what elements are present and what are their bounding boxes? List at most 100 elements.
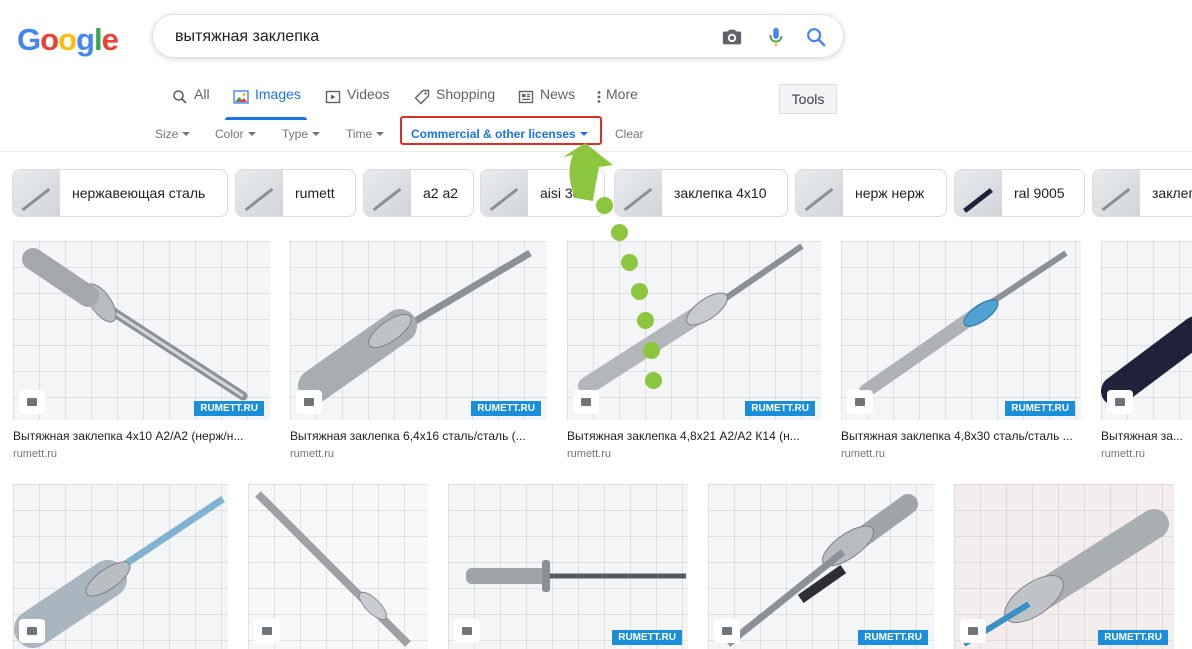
- tab-all-label: All: [194, 86, 210, 102]
- google-logo[interactable]: Google: [17, 22, 119, 58]
- related-chip[interactable]: нерж нерж: [795, 169, 947, 217]
- filter-time-label: Time: [346, 127, 373, 141]
- rivet-image: [14, 496, 225, 648]
- search-icon[interactable]: [805, 26, 827, 48]
- rivet-image: [725, 494, 918, 647]
- filter-color[interactable]: Color: [215, 127, 256, 141]
- chip-thumbnail: [796, 170, 843, 216]
- watermark: RUMETT.RU: [194, 401, 264, 416]
- rivet-image: [466, 560, 686, 592]
- result-site[interactable]: rumett.ru: [13, 448, 270, 460]
- clear-filters-link[interactable]: Clear: [615, 127, 644, 141]
- rivet-image: [962, 509, 1169, 647]
- tab-news-label: News: [540, 86, 576, 102]
- image-badge-icon: [960, 619, 986, 643]
- result-image[interactable]: RUMETT.RU: [841, 241, 1081, 420]
- image-badge-icon: [19, 390, 45, 414]
- result-site[interactable]: rumett.ru: [290, 448, 547, 460]
- chip-label: заклепка: [1152, 185, 1192, 201]
- tab-news[interactable]: News: [518, 86, 575, 120]
- image-result[interactable]: [248, 484, 428, 649]
- result-image[interactable]: RUMETT.RU: [448, 484, 688, 649]
- video-icon: [325, 90, 341, 104]
- watermark: RUMETT.RU: [1005, 401, 1075, 416]
- filter-type-label: Type: [282, 127, 309, 141]
- result-title[interactable]: Вытяжная заклепка 6,4х16 сталь/сталь (..…: [290, 429, 547, 443]
- filter-size-label: Size: [155, 127, 179, 141]
- tab-videos-label: Videos: [347, 86, 390, 102]
- chip-label: ral 9005: [1014, 185, 1065, 201]
- annotation-dot: [611, 224, 628, 241]
- result-image[interactable]: [248, 484, 428, 649]
- result-image[interactable]: [13, 484, 228, 649]
- camera-icon[interactable]: [721, 26, 743, 48]
- caret-down-icon: [182, 132, 191, 136]
- result-image[interactable]: RUMETT.RU: [290, 241, 547, 420]
- chip-thumbnail: [955, 170, 1002, 216]
- tab-videos[interactable]: Videos: [325, 86, 390, 120]
- image-badge-icon: [1107, 390, 1133, 414]
- annotation-arrow-icon: [563, 143, 613, 201]
- related-chip[interactable]: заклепка 4х10: [614, 169, 788, 217]
- annotation-dot: [645, 372, 662, 389]
- annotation-dot: [596, 197, 613, 214]
- annotation-dot: [631, 283, 648, 300]
- caret-down-icon: [376, 132, 385, 136]
- result-image[interactable]: RUMETT.RU: [13, 241, 270, 420]
- filter-type[interactable]: Type: [282, 127, 321, 141]
- image-badge-icon: [454, 619, 480, 643]
- related-chip[interactable]: заклепка: [1092, 169, 1192, 217]
- watermark: RUMETT.RU: [471, 401, 541, 416]
- result-title[interactable]: Вытяжная заклепка 4х10 А2/А2 (нерж/н...: [13, 429, 270, 443]
- search-input[interactable]: [173, 15, 697, 59]
- result-site[interactable]: rumett.ru: [841, 448, 1081, 460]
- image-result[interactable]: [13, 484, 228, 649]
- caret-down-icon: [312, 132, 321, 136]
- annotation-dot: [621, 254, 638, 271]
- chip-thumbnail: [364, 170, 411, 216]
- tab-more[interactable]: More: [596, 86, 638, 120]
- result-site[interactable]: rumett.ru: [567, 448, 821, 460]
- result-image[interactable]: RUMETT.RU: [954, 484, 1174, 649]
- watermark: RUMETT.RU: [858, 630, 928, 645]
- related-chip[interactable]: rumett: [235, 169, 356, 217]
- related-chip[interactable]: ral 9005: [954, 169, 1085, 217]
- chip-label: а2 а2: [423, 185, 459, 201]
- image-badge-icon: [847, 390, 873, 414]
- tab-images[interactable]: Images: [225, 86, 307, 120]
- tab-more-label: More: [606, 86, 638, 102]
- result-image[interactable]: [1101, 241, 1192, 420]
- image-result[interactable]: RUMETT.RU Вытяжная заклепка 4х10 А2/А2 (…: [13, 241, 270, 460]
- watermark: RUMETT.RU: [1098, 630, 1168, 645]
- result-title[interactable]: Вытяжная заклепка 4,8х21 А2/А2 К14 (н...: [567, 429, 821, 443]
- result-title[interactable]: Вытяжная заклепка 4,8х30 сталь/сталь ...: [841, 429, 1081, 443]
- filter-size[interactable]: Size: [155, 127, 191, 141]
- image-result[interactable]: RUMETT.RU Вытяжная заклепка 6,4х16 сталь…: [290, 241, 547, 460]
- chip-thumbnail: [1093, 170, 1140, 216]
- result-title[interactable]: Вытяжная за...: [1101, 429, 1192, 443]
- image-result[interactable]: Вытяжная за... rumett.ru: [1101, 241, 1192, 460]
- tab-all[interactable]: All: [172, 86, 210, 120]
- tab-shopping[interactable]: Shopping: [414, 86, 495, 120]
- highlight-annotation-box: [400, 116, 602, 145]
- image-badge-icon: [573, 390, 599, 414]
- related-chip[interactable]: нержавеющая сталь: [12, 169, 228, 217]
- image-result[interactable]: RUMETT.RU Вытяжная заклепка 4,8х30 сталь…: [841, 241, 1081, 460]
- tools-button[interactable]: Tools: [779, 84, 837, 114]
- image-result[interactable]: RUMETT.RU: [954, 484, 1174, 649]
- tab-images-label: Images: [255, 86, 301, 102]
- result-image[interactable]: RUMETT.RU: [567, 241, 821, 420]
- image-result[interactable]: RUMETT.RU Вытяжная заклепка 4,8х21 А2/А2…: [567, 241, 821, 460]
- related-chip[interactable]: а2 а2: [363, 169, 474, 217]
- search-box[interactable]: [152, 14, 844, 59]
- chip-thumbnail: [481, 170, 528, 216]
- microphone-icon[interactable]: [765, 26, 787, 48]
- rivet-image: [578, 243, 804, 395]
- result-image[interactable]: RUMETT.RU: [708, 484, 934, 649]
- filter-time[interactable]: Time: [346, 127, 385, 141]
- rivet-image: [22, 248, 248, 401]
- image-result[interactable]: RUMETT.RU: [708, 484, 934, 649]
- image-result[interactable]: RUMETT.RU: [448, 484, 688, 649]
- result-site[interactable]: rumett.ru: [1101, 448, 1192, 460]
- image-icon: [233, 90, 249, 104]
